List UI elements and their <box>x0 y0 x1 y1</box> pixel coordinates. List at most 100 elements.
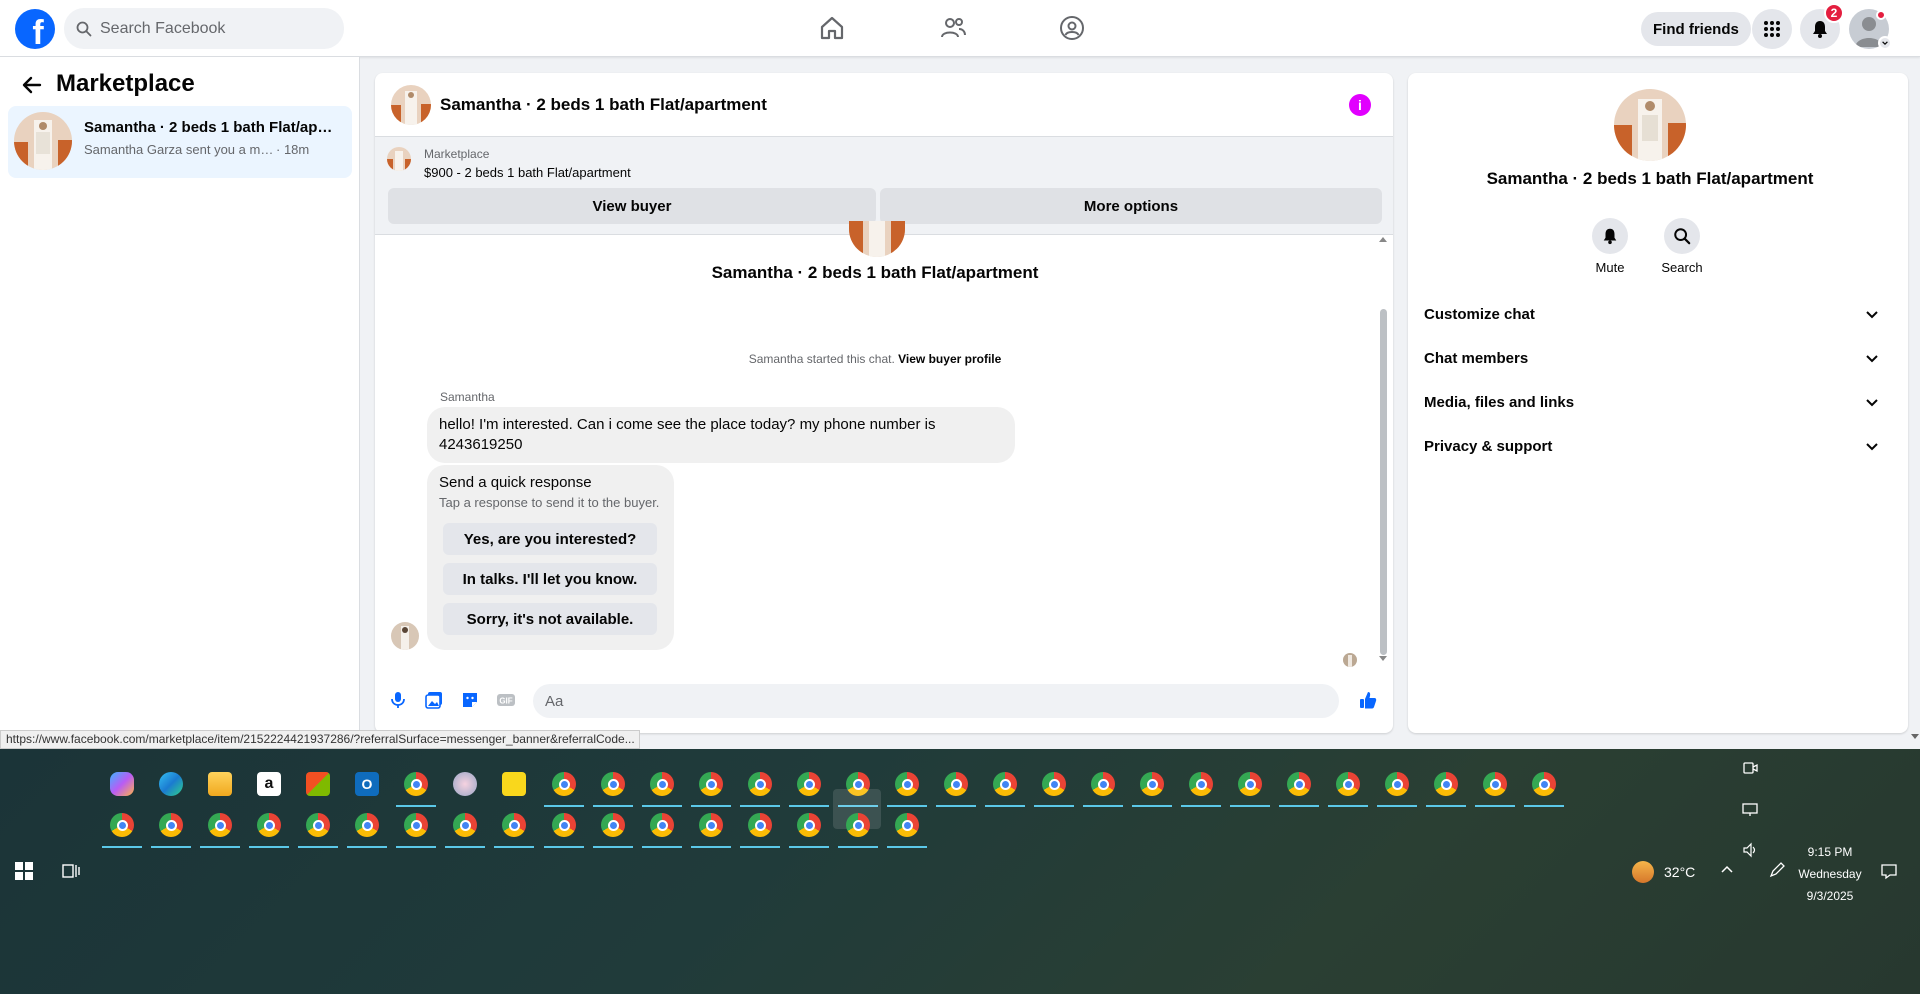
chrome-icon[interactable] <box>1328 768 1368 807</box>
customize-chat-section[interactable]: Customize chat <box>1424 294 1884 334</box>
chrome-icon[interactable] <box>151 809 191 848</box>
pen-icon[interactable] <box>1768 861 1786 879</box>
edge-icon[interactable] <box>155 768 187 800</box>
mute-button[interactable]: Mute <box>1580 218 1640 275</box>
chrome-icon[interactable] <box>1034 768 1074 807</box>
chrome-icon[interactable] <box>544 809 584 848</box>
details-avatar[interactable] <box>1614 89 1686 161</box>
display-icon[interactable] <box>1742 801 1758 817</box>
search-input[interactable] <box>100 19 320 38</box>
home-icon[interactable] <box>816 12 848 44</box>
chrome-icon[interactable] <box>789 768 829 807</box>
chrome-icon[interactable] <box>642 809 682 848</box>
chrome-icon[interactable] <box>740 809 780 848</box>
chrome-icon[interactable] <box>887 809 927 848</box>
quick-response-subtitle: Tap a response to send it to the buyer. <box>439 495 660 510</box>
microsoft-store-icon[interactable] <box>302 768 334 800</box>
scrollbar-thumb[interactable] <box>1380 309 1387 655</box>
chrome-icon[interactable] <box>1083 768 1123 807</box>
chrome-icon[interactable] <box>1181 768 1221 807</box>
outlook-icon[interactable]: O <box>351 768 383 800</box>
chrome-icon[interactable] <box>593 809 633 848</box>
microphone-icon[interactable] <box>387 689 409 711</box>
volume-icon[interactable] <box>1742 842 1758 858</box>
message-input[interactable] <box>533 684 1339 718</box>
amazon-icon[interactable]: a <box>253 768 285 800</box>
chrome-icon[interactable] <box>691 809 731 848</box>
chrome-icon[interactable] <box>936 768 976 807</box>
chrome-icon[interactable] <box>1279 768 1319 807</box>
chevron-down-icon[interactable] <box>1878 36 1892 50</box>
back-arrow-icon[interactable] <box>20 73 44 97</box>
quick-response-option[interactable]: In talks. I'll let you know. <box>443 563 657 595</box>
media-files-links-section[interactable]: Media, files and links <box>1424 382 1884 422</box>
chrome-icon[interactable] <box>249 809 289 848</box>
app-icon[interactable] <box>449 768 481 800</box>
groups-icon[interactable] <box>1056 12 1088 44</box>
search-box[interactable] <box>64 8 344 49</box>
chrome-icon[interactable] <box>985 768 1025 807</box>
chrome-icon[interactable] <box>200 809 240 848</box>
conversation-avatar[interactable] <box>391 85 431 125</box>
friends-icon[interactable] <box>937 12 969 44</box>
message-scrollbar[interactable] <box>1378 237 1388 663</box>
chrome-icon[interactable] <box>691 768 731 807</box>
thumbs-up-icon[interactable] <box>1357 689 1379 711</box>
chrome-icon[interactable] <box>642 768 682 807</box>
scroll-down-arrow-icon[interactable] <box>1379 656 1387 661</box>
chrome-icon[interactable] <box>1426 768 1466 807</box>
chrome-profile-icon[interactable] <box>396 768 436 807</box>
chrome-icon[interactable] <box>494 809 534 848</box>
info-icon[interactable]: i <box>1349 94 1371 116</box>
chrome-icon[interactable] <box>1377 768 1417 807</box>
chrome-icon[interactable] <box>1230 768 1270 807</box>
chat-list-item[interactable]: Samantha · 2 beds 1 bath Flat/apartment … <box>8 106 352 178</box>
quick-response-option[interactable]: Sorry, it's not available. <box>443 603 657 635</box>
view-buyer-button[interactable]: View buyer <box>388 188 876 224</box>
chrome-icon[interactable] <box>544 768 584 807</box>
quick-response-option[interactable]: Yes, are you interested? <box>443 523 657 555</box>
copilot-icon[interactable] <box>106 768 138 800</box>
notification-center-icon[interactable] <box>1880 862 1898 880</box>
more-options-button[interactable]: More options <box>880 188 1382 224</box>
chrome-icon[interactable] <box>396 809 436 848</box>
menu-grid-icon[interactable] <box>1752 9 1792 49</box>
chrome-icon[interactable] <box>1475 768 1515 807</box>
photo-icon[interactable] <box>423 689 445 711</box>
notifications-button[interactable]: 2 <box>1800 3 1844 49</box>
task-view-icon[interactable] <box>62 862 80 880</box>
weather-widget[interactable]: 32°C <box>1632 861 1695 883</box>
search-in-chat-button[interactable]: Search <box>1652 218 1712 275</box>
sender-avatar[interactable] <box>391 622 419 650</box>
chrome-icon[interactable] <box>347 809 387 848</box>
meet-now-icon[interactable] <box>1742 760 1758 776</box>
chrome-icon[interactable] <box>1132 768 1172 807</box>
gif-icon[interactable]: GIF <box>495 689 517 711</box>
chrome-icon[interactable] <box>838 809 878 848</box>
file-explorer-icon[interactable] <box>204 768 236 800</box>
view-buyer-profile-link[interactable]: View buyer profile <box>898 352 1001 366</box>
page-scrollbar[interactable] <box>1908 57 1920 749</box>
chrome-icon[interactable] <box>740 768 780 807</box>
chat-started-text: Samantha started this chat. <box>748 352 895 366</box>
listing-price-title[interactable]: $900 - 2 beds 1 bath Flat/apartment <box>424 165 631 180</box>
scroll-up-arrow-icon[interactable] <box>1379 237 1387 242</box>
facebook-logo-icon[interactable]: f <box>15 9 55 49</box>
chrome-icon[interactable] <box>1524 768 1564 807</box>
chrome-icon[interactable] <box>887 768 927 807</box>
system-clock[interactable]: 9:15 PM Wednesday 9/3/2025 <box>1790 841 1870 907</box>
sticky-notes-icon[interactable] <box>498 768 530 800</box>
sticker-icon[interactable] <box>459 689 481 711</box>
chrome-icon[interactable] <box>445 809 485 848</box>
chrome-icon[interactable] <box>298 809 338 848</box>
scroll-down-arrow-icon[interactable] <box>1911 734 1919 739</box>
chat-members-section[interactable]: Chat members <box>1424 338 1884 378</box>
conversation-title[interactable]: Samantha · 2 beds 1 bath Flat/apartment <box>440 95 767 115</box>
privacy-support-section[interactable]: Privacy & support <box>1424 426 1884 466</box>
find-friends-button[interactable]: Find friends <box>1641 12 1751 46</box>
chrome-icon[interactable] <box>789 809 829 848</box>
windows-start-icon[interactable] <box>15 862 33 880</box>
chrome-icon[interactable] <box>593 768 633 807</box>
chevron-up-icon[interactable] <box>1720 863 1734 877</box>
chrome-icon[interactable] <box>102 809 142 848</box>
